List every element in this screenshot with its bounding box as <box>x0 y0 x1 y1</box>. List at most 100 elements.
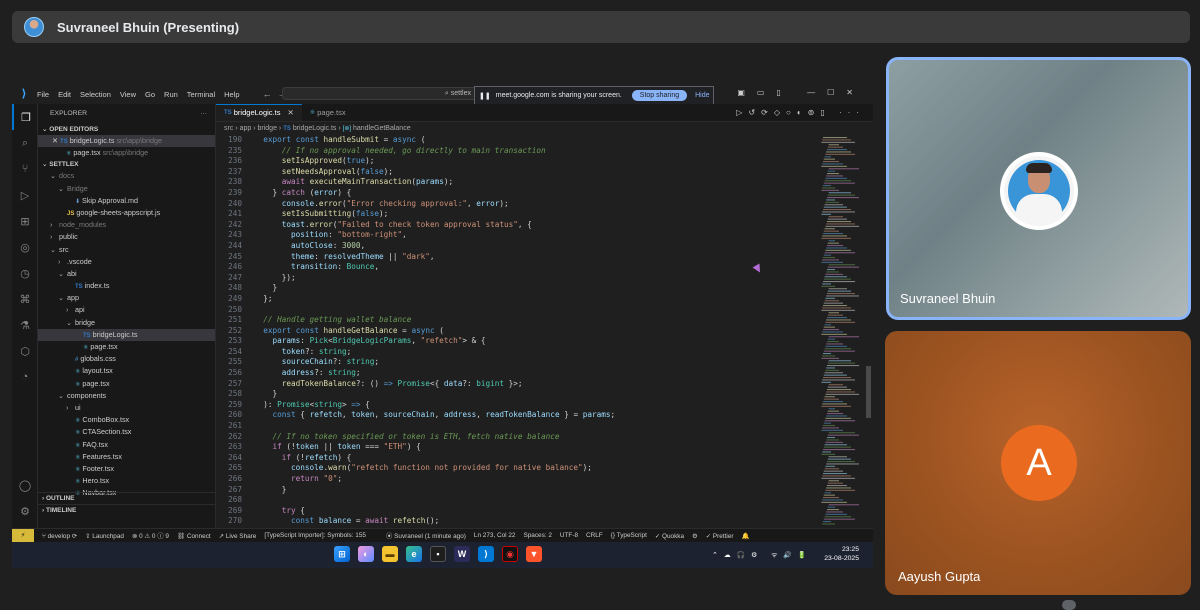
code-line[interactable]: 260 const { refetch, token, sourceChain,… <box>216 410 812 421</box>
close-icon[interactable]: ✕ <box>52 136 60 145</box>
account-icon[interactable]: ◯ <box>12 472 38 498</box>
code-line[interactable]: 250 <box>216 305 812 316</box>
code-line[interactable]: 259 ): Promise<string> => { <box>216 400 812 411</box>
code-line[interactable]: 239 } catch (error) { <box>216 188 812 199</box>
file-item[interactable]: ⚛ Hero.tsx <box>38 475 215 487</box>
menu-go[interactable]: Go <box>145 90 155 99</box>
branch-status[interactable]: ⑂ develop ⟳ <box>42 532 77 540</box>
testing-icon[interactable]: ⚗ <box>12 312 38 338</box>
folder-item[interactable]: › api <box>38 304 215 316</box>
cursor-position[interactable]: Ln 273, Col 22 <box>474 532 516 539</box>
code-line[interactable]: 264 if (!refetch) { <box>216 453 812 464</box>
explorer-icon[interactable]: ❐ <box>12 104 38 130</box>
menu-selection[interactable]: Selection <box>80 90 111 99</box>
code-line[interactable]: 241 setIsSubmitting(false); <box>216 209 812 220</box>
code-line[interactable]: 245 theme: resolvedTheme || "dark", <box>216 252 812 263</box>
code-line[interactable]: 252 export const handleGetBalance = asyn… <box>216 326 812 337</box>
importer-status[interactable]: [TypeScript Importer]: Symbols: 155 <box>264 532 366 539</box>
code-line[interactable]: 237 setNeedsApproval(false); <box>216 167 812 178</box>
code-line[interactable]: 246 transition: Bounce, <box>216 262 812 273</box>
editor-scrollbar[interactable] <box>866 366 871 418</box>
source-control-icon[interactable]: ⑂ <box>12 156 38 182</box>
editor-actions[interactable]: ▷↺⟳◇○◐⊚▯ ··· <box>736 108 865 117</box>
connect-status[interactable]: ⛓ Connect <box>177 532 211 540</box>
tab-page[interactable]: ⚛ page.tsx <box>302 104 354 121</box>
folder-item[interactable]: › node_modules <box>38 219 215 231</box>
edge-icon[interactable]: e <box>406 546 422 562</box>
encoding-status[interactable]: UTF-8 <box>560 532 578 539</box>
breadcrumb-item[interactable]: bridgeLogic.ts <box>293 125 337 132</box>
webstorm-icon[interactable]: W <box>454 546 470 562</box>
copilot-icon[interactable]: ⚙ <box>692 532 698 540</box>
code-line[interactable]: 268 <box>216 495 812 506</box>
code-editor[interactable]: 190 export const handleSubmit = async (2… <box>216 135 812 528</box>
code-line[interactable]: 255 sourceChain?: string; <box>216 357 812 368</box>
code-line[interactable]: 258 } <box>216 389 812 400</box>
participant-tile-presenter[interactable]: Suvraneel Bhuin <box>886 57 1191 320</box>
tab-bridgelogic[interactable]: TS bridgeLogic.ts ✕ <box>216 104 302 121</box>
folder-item[interactable]: ⌄ docs <box>38 170 215 182</box>
bottom-control-hint[interactable] <box>1062 600 1076 610</box>
settings-gear-icon[interactable]: ⚙ <box>12 498 38 524</box>
menu-terminal[interactable]: Terminal <box>187 90 215 99</box>
file-item[interactable]: # globals.css <box>38 353 215 365</box>
file-item[interactable]: ⚛ page.tsx <box>38 378 215 390</box>
folder-item[interactable]: ⌄ Bridge <box>38 183 215 195</box>
remote-indicator-icon[interactable]: ⚡ <box>12 528 34 543</box>
folder-item[interactable]: ⌄ components <box>38 390 215 402</box>
code-line[interactable]: 256 address?: string; <box>216 368 812 379</box>
code-line[interactable]: 248 } <box>216 283 812 294</box>
language-status[interactable]: {} TypeScript <box>611 532 647 539</box>
file-item[interactable]: ⚛ FAQ.tsx <box>38 439 215 451</box>
code-line[interactable]: 247 }); <box>216 273 812 284</box>
run-debug-icon[interactable]: ▷ <box>12 182 38 208</box>
code-line[interactable]: 244 autoClose: 3000, <box>216 241 812 252</box>
prettier-status[interactable]: ✓ Prettier <box>706 532 734 540</box>
remote-explorer-icon[interactable]: ⌘ <box>12 286 38 312</box>
brave-browser-icon[interactable]: ▼ <box>526 546 542 562</box>
quokka-status[interactable]: ✓ Quokka <box>655 532 684 540</box>
menu-run[interactable]: Run <box>164 90 178 99</box>
code-line[interactable]: 261 <box>216 421 812 432</box>
file-item[interactable]: ⬇ Skip Approval.md <box>38 195 215 207</box>
folder-item[interactable]: › ui <box>38 402 215 414</box>
menu-help[interactable]: Help <box>224 90 239 99</box>
close-icon[interactable]: ✕ <box>287 104 293 122</box>
extensions-icon[interactable]: ⊞ <box>12 208 38 234</box>
menu-file[interactable]: File <box>37 90 49 99</box>
timeline-icon[interactable]: ◷ <box>12 260 38 286</box>
file-item[interactable]: TS bridgeLogic.ts <box>38 328 215 341</box>
open-editor-item[interactable]: ✕ TS bridgeLogic.ts src\app\bridge <box>38 135 215 148</box>
folder-item[interactable]: ⌄ bridge <box>38 317 215 329</box>
participant-tile[interactable]: A Aayush Gupta <box>885 331 1191 595</box>
open-editors-header[interactable]: ⌄ OPEN EDITORS <box>38 124 215 135</box>
menu-edit[interactable]: Edit <box>58 90 71 99</box>
code-line[interactable]: 254 token?: string; <box>216 347 812 358</box>
file-item[interactable]: ⚛ CTASection.tsx <box>38 426 215 438</box>
notifications-icon[interactable]: 🔔 <box>742 532 750 540</box>
window-controls[interactable]: ▣▭▯ —☐✕ <box>737 88 865 97</box>
search-icon[interactable]: ⌕ <box>12 130 38 156</box>
code-line[interactable]: 249 }; <box>216 294 812 305</box>
code-line[interactable]: 270 const balance = await refetch(); <box>216 516 812 527</box>
code-line[interactable]: 236 setIsApproved(true); <box>216 156 812 167</box>
jetbrains-icon[interactable]: ▪ <box>430 546 446 562</box>
file-item[interactable]: ⚛ Footer.tsx <box>38 463 215 475</box>
menu-view[interactable]: View <box>120 90 136 99</box>
code-line[interactable]: 238 await executeMainTransaction(params)… <box>216 177 812 188</box>
breadcrumb-item[interactable]: app <box>240 125 252 132</box>
code-line[interactable]: 269 try { <box>216 506 812 517</box>
blame-status[interactable]: ⦿ Suvraneel (1 minute ago) <box>386 531 466 540</box>
code-line[interactable]: 251 // Handle getting wallet balance <box>216 315 812 326</box>
breadcrumb-item[interactable]: bridge <box>258 125 277 132</box>
file-item[interactable]: ⚛ layout.tsx <box>38 365 215 377</box>
folder-item[interactable]: › .vscode <box>38 256 215 268</box>
breadcrumb-item[interactable]: src <box>224 125 233 132</box>
clock[interactable]: 23:25 23-08-2025 <box>824 545 859 563</box>
breadcrumb-item[interactable]: handleGetBalance <box>353 125 411 132</box>
code-line[interactable]: 240 console.error("Error checking approv… <box>216 199 812 210</box>
folder-item[interactable]: ⌄ src <box>38 244 215 256</box>
code-line[interactable]: 267 } <box>216 485 812 496</box>
file-item[interactable]: JS google-sheets-appscript.js <box>38 207 215 219</box>
indent-status[interactable]: Spaces: 2 <box>523 532 551 539</box>
